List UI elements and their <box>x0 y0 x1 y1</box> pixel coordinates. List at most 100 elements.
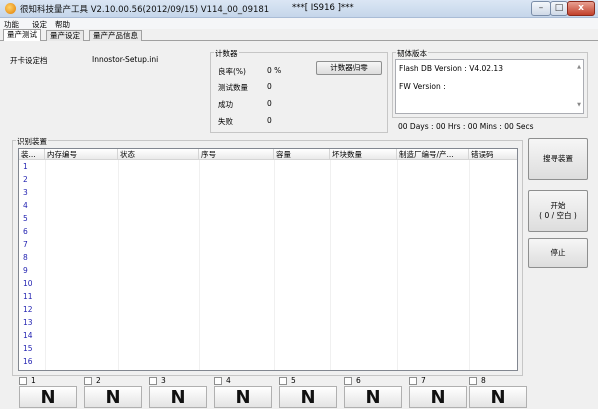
device-table-header: 装... 内存编号 状态 序号 容量 坏块数量 制造厂编号/产... 错误码 <box>19 149 517 160</box>
col-memory-id[interactable]: 内存编号 <box>45 149 118 160</box>
counter-tested-label: 测试数量 <box>218 83 248 92</box>
table-row[interactable]: 11 <box>19 290 517 303</box>
fw-version: FW Version : <box>399 82 446 91</box>
row-index: 9 <box>23 266 28 275</box>
row-index: 11 <box>23 292 33 301</box>
table-row[interactable]: 12 <box>19 303 517 316</box>
start-button-sub: ( 0 / 空白 ) <box>539 211 577 220</box>
tab-mp-product-info[interactable]: 量产产品信息 <box>89 30 142 41</box>
slot-number: 7 <box>421 376 426 385</box>
reset-counter-button[interactable]: 计数器归零 <box>316 61 382 75</box>
elapsed-time: 00 Days : 00 Hrs : 00 Mins : 00 Secs <box>398 122 534 131</box>
row-index: 5 <box>23 214 28 223</box>
row-index: 6 <box>23 227 28 236</box>
row-index: 16 <box>23 357 33 366</box>
table-row[interactable]: 7 <box>19 238 517 251</box>
table-row[interactable]: 3 <box>19 186 517 199</box>
slot-status-indicator: N <box>409 386 467 408</box>
col-vendor-product[interactable]: 制造厂编号/产... <box>397 149 469 160</box>
slot-number: 5 <box>291 376 296 385</box>
slot-status-indicator: N <box>214 386 272 408</box>
minimize-button[interactable]: – <box>531 1 551 16</box>
table-row[interactable]: 2 <box>19 173 517 186</box>
scroll-up-icon[interactable]: ▲ <box>577 64 581 70</box>
counter-success-label: 成功 <box>218 100 233 109</box>
setup-file: Innostor-Setup.ini <box>92 55 159 64</box>
start-button-label: 开始 <box>550 201 566 210</box>
slot-number: 4 <box>226 376 231 385</box>
maximize-button[interactable]: □ <box>550 1 568 16</box>
counter-yield-label: 良率(%) <box>218 67 246 76</box>
row-index: 4 <box>23 201 28 210</box>
table-row[interactable]: 9 <box>19 264 517 277</box>
start-button[interactable]: 开始 ( 0 / 空白 ) <box>528 190 588 232</box>
slot-checkbox[interactable] <box>279 377 287 385</box>
table-row[interactable]: 14 <box>19 329 517 342</box>
stop-button[interactable]: 停止 <box>528 238 588 268</box>
slot-status-indicator: N <box>279 386 337 408</box>
slot-number: 1 <box>31 376 36 385</box>
row-index: 14 <box>23 331 33 340</box>
counter-tested-value: 0 <box>267 82 272 91</box>
slot-checkbox[interactable] <box>84 377 92 385</box>
close-button[interactable]: x <box>567 1 595 16</box>
app-icon <box>5 3 16 14</box>
window-title-extra: ***[ IS916 ]*** <box>292 3 354 13</box>
row-index: 13 <box>23 318 33 327</box>
slot-number: 3 <box>161 376 166 385</box>
slot-checkbox[interactable] <box>409 377 417 385</box>
flash-db-version: Flash DB Version : V4.02.13 <box>399 64 503 73</box>
counter-success-value: 0 <box>267 99 272 108</box>
col-error-code[interactable]: 错误码 <box>469 149 517 160</box>
table-row[interactable]: 13 <box>19 316 517 329</box>
menu-bar: 功能 设定 帮助 <box>0 18 598 29</box>
row-index: 10 <box>23 279 33 288</box>
row-index: 15 <box>23 344 33 353</box>
row-index: 2 <box>23 175 28 184</box>
slot-checkbox[interactable] <box>214 377 222 385</box>
row-index: 12 <box>23 305 33 314</box>
slot-checkbox[interactable] <box>19 377 27 385</box>
col-status[interactable]: 状态 <box>118 149 199 160</box>
firmware-info-box: Flash DB Version : V4.02.13 FW Version :… <box>395 59 584 114</box>
device-table[interactable]: 装... 内存编号 状态 序号 容量 坏块数量 制造厂编号/产... 错误码 1… <box>18 148 518 371</box>
slot-number: 6 <box>356 376 361 385</box>
col-bad-blocks[interactable]: 坏块数量 <box>330 149 397 160</box>
counter-fail-value: 0 <box>267 116 272 125</box>
slot-checkbox[interactable] <box>469 377 477 385</box>
scroll-down-icon[interactable]: ▼ <box>577 102 581 108</box>
col-serial[interactable]: 序号 <box>199 149 274 160</box>
row-index: 3 <box>23 188 28 197</box>
counter-yield-value: 0 % <box>267 66 282 75</box>
slot-status-indicator: N <box>344 386 402 408</box>
tab-mp-test[interactable]: 量产测试 <box>3 29 41 41</box>
tab-mp-settings[interactable]: 量产设定 <box>46 30 84 41</box>
table-row[interactable]: 15 <box>19 342 517 355</box>
slot-number: 8 <box>481 376 486 385</box>
window-title: 很知科技量产工具 V2.10.00.56(2012/09/15) V114_00… <box>20 5 270 15</box>
row-index: 8 <box>23 253 28 262</box>
slot-checkbox[interactable] <box>149 377 157 385</box>
row-index: 1 <box>23 162 28 171</box>
table-row[interactable]: 6 <box>19 225 517 238</box>
slot-checkbox[interactable] <box>344 377 352 385</box>
tab-strip: 量产测试 量产设定 量产产品信息 <box>0 29 598 41</box>
detect-device-button[interactable]: 搜寻装置 <box>528 138 588 180</box>
table-row[interactable]: 16 <box>19 355 517 368</box>
firmware-title: 韧体版本 <box>396 48 428 59</box>
counter-fail-label: 失败 <box>218 117 233 126</box>
table-row[interactable]: 5 <box>19 212 517 225</box>
slot-status-indicator: N <box>84 386 142 408</box>
col-capacity[interactable]: 容量 <box>274 149 330 160</box>
table-row[interactable]: 8 <box>19 251 517 264</box>
row-index: 7 <box>23 240 28 249</box>
table-row[interactable]: 4 <box>19 199 517 212</box>
slot-number: 2 <box>96 376 101 385</box>
slot-status-indicator: N <box>149 386 207 408</box>
setup-label: 开卡设定档 <box>10 56 48 65</box>
col-device[interactable]: 装... <box>19 149 45 160</box>
table-row[interactable]: 1 <box>19 160 517 173</box>
title-bar: 很知科技量产工具 V2.10.00.56(2012/09/15) V114_00… <box>0 0 598 18</box>
table-row[interactable]: 10 <box>19 277 517 290</box>
counter-title: 计数器 <box>214 48 239 59</box>
